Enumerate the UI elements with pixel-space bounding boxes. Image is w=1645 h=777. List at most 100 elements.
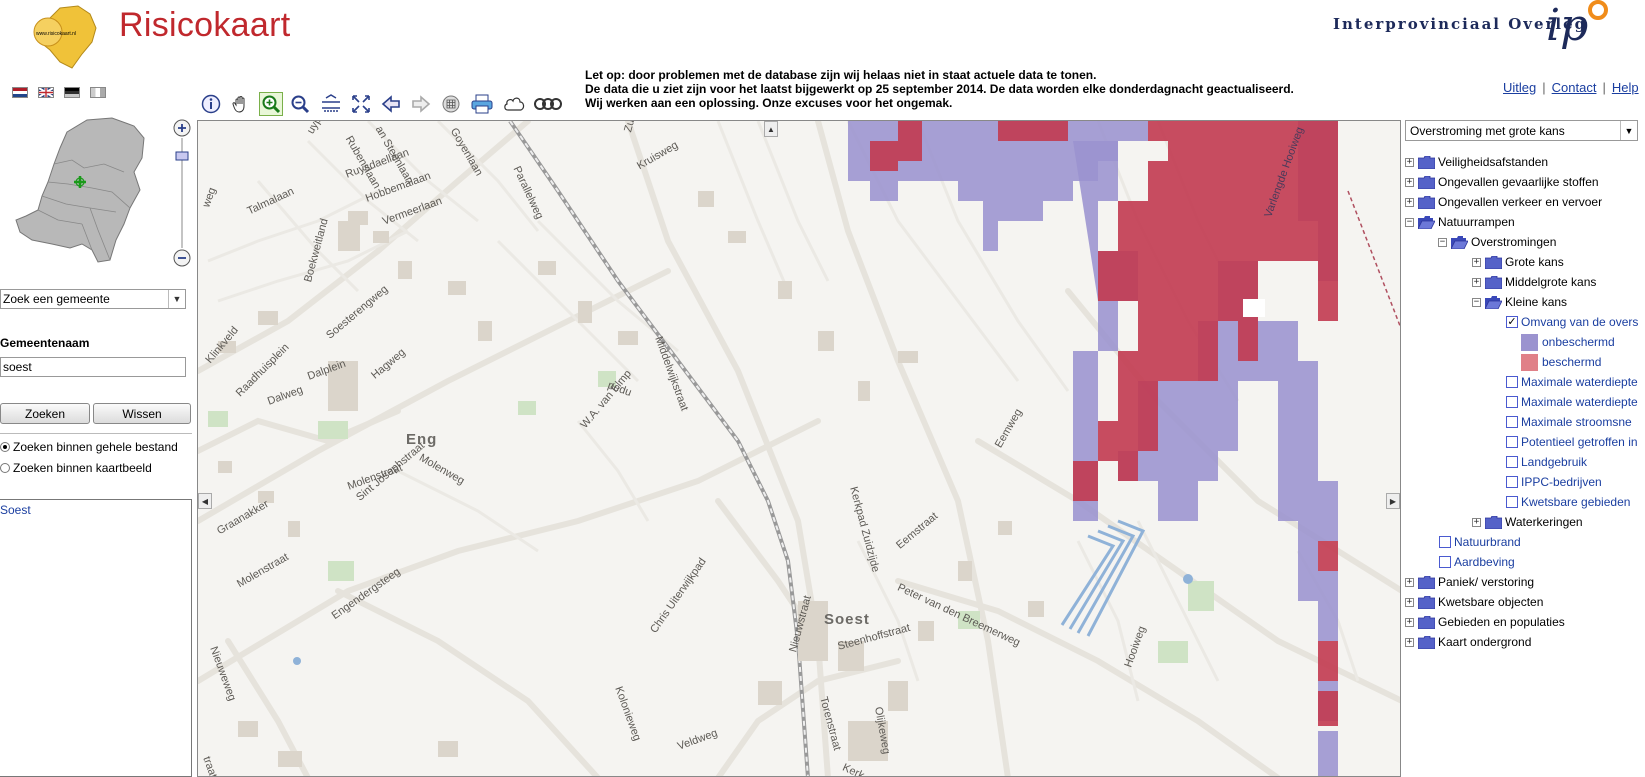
tree-item-max-waterdiepte-1[interactable]: Maximale waterdiepte — [1506, 372, 1638, 392]
checkbox[interactable] — [1506, 376, 1518, 388]
tree-item-overstromingen[interactable]: − Overstromingen — [1438, 232, 1556, 252]
expand-icon[interactable]: + — [1405, 197, 1414, 207]
measure-icon[interactable] — [319, 92, 343, 116]
search-button[interactable]: Zoeken — [0, 403, 90, 424]
tree-item-ippc[interactable]: IPPC-bedrijven — [1506, 472, 1602, 492]
contact-link[interactable]: Contact — [1552, 80, 1597, 95]
full-extent-icon[interactable] — [349, 92, 373, 116]
tree-item-label[interactable]: Maximale waterdiepte — [1521, 375, 1638, 389]
tree-item-veiligheidsafstanden[interactable]: + Veiligheidsafstanden — [1405, 152, 1548, 172]
pan-up-arrow[interactable]: ▲ — [764, 121, 778, 137]
tree-item-aardbeving[interactable]: Aardbeving — [1439, 552, 1515, 572]
pan-left-arrow[interactable]: ◀ — [198, 493, 212, 509]
collapse-icon[interactable]: − — [1472, 297, 1481, 307]
netherlands-overview-map[interactable] — [12, 112, 152, 272]
folder-icon — [1418, 635, 1435, 649]
cloud-icon[interactable] — [502, 92, 528, 116]
uitleg-link[interactable]: Uitleg — [1503, 80, 1536, 95]
map-canvas[interactable] — [198, 121, 1401, 777]
help-link[interactable]: Help — [1612, 80, 1639, 95]
checkbox-checked[interactable]: ✓ — [1506, 316, 1518, 328]
tree-item-label[interactable]: Maximale waterdiepte — [1521, 395, 1638, 409]
tree-item-landgebruik[interactable]: Landgebruik — [1506, 452, 1587, 472]
link-icon[interactable] — [533, 92, 563, 116]
tree-item-kwetsbare-gebieden[interactable]: Kwetsbare gebieden — [1506, 492, 1630, 512]
expand-icon[interactable]: + — [1405, 597, 1414, 607]
tree-item-gebieden-populaties[interactable]: + Gebieden en populaties — [1405, 612, 1565, 632]
tree-item-label[interactable]: Natuurbrand — [1454, 535, 1521, 549]
tree-item-label[interactable]: Kwetsbare gebieden — [1521, 495, 1630, 509]
tree-item-gevaarlijke-stoffen[interactable]: + Ongevallen gevaarlijke stoffen — [1405, 172, 1599, 192]
checkbox[interactable] — [1506, 416, 1518, 428]
folder-icon — [1418, 195, 1435, 209]
tree-item-label[interactable]: Maximale stroomsne — [1521, 415, 1632, 429]
ipo-logo[interactable]: ip — [1546, 0, 1616, 52]
checkbox[interactable] — [1439, 536, 1451, 548]
chevron-down-icon[interactable]: ▼ — [168, 290, 185, 308]
expand-icon[interactable]: + — [1472, 257, 1481, 267]
tree-item-waterkeringen[interactable]: + Waterkeringen — [1472, 512, 1583, 532]
expand-icon[interactable]: + — [1472, 277, 1481, 287]
expand-icon[interactable]: + — [1405, 157, 1414, 167]
expand-icon[interactable]: + — [1405, 637, 1414, 647]
tree-item-label[interactable]: Landgebruik — [1521, 455, 1587, 469]
folder-icon — [1418, 595, 1435, 609]
expand-icon[interactable]: + — [1405, 617, 1414, 627]
tree-item-natuurbrand[interactable]: Natuurbrand — [1439, 532, 1521, 552]
checkbox[interactable] — [1506, 456, 1518, 468]
french-flag-icon[interactable] — [90, 87, 106, 98]
checkbox[interactable] — [1439, 556, 1451, 568]
print-icon[interactable] — [469, 92, 495, 116]
next-view-icon[interactable] — [409, 92, 433, 116]
english-flag-icon[interactable] — [38, 87, 54, 98]
tree-item-omvang[interactable]: ✓ Omvang van de overs — [1506, 312, 1638, 332]
pan-hand-icon[interactable] — [229, 92, 253, 116]
radio-map-extent[interactable]: Zoeken binnen kaartbeeld — [0, 461, 152, 475]
german-flag-icon[interactable] — [64, 87, 80, 98]
grid-select-icon[interactable] — [439, 92, 463, 116]
search-result-soest[interactable]: Soest — [0, 503, 31, 517]
map-view[interactable]: uyplan Rubenslaan an Steenlaan Goyenlaan… — [197, 120, 1401, 777]
tree-item-kaart-ondergrond[interactable]: + Kaart ondergrond — [1405, 632, 1531, 652]
tree-item-paniek[interactable]: + Paniek/ verstoring — [1405, 572, 1534, 592]
checkbox[interactable] — [1506, 476, 1518, 488]
tree-item-label[interactable]: Potentieel getroffen in — [1521, 435, 1638, 449]
radio-whole-dataset[interactable]: Zoeken binnen gehele bestand — [0, 440, 178, 454]
info-icon[interactable] — [199, 92, 223, 116]
tree-item-max-waterdiepte-2[interactable]: Maximale waterdiepte — [1506, 392, 1638, 412]
expand-icon[interactable]: + — [1405, 577, 1414, 587]
previous-view-icon[interactable] — [379, 92, 403, 116]
tree-item-middelgrote-kans[interactable]: + Middelgrote kans — [1472, 272, 1596, 292]
tree-item-max-stroomsnelheid[interactable]: Maximale stroomsne — [1506, 412, 1632, 432]
tree-item-label[interactable]: Aardbeving — [1454, 555, 1515, 569]
gemeentenaam-input[interactable] — [0, 357, 186, 377]
radio-map-extent-button[interactable] — [0, 463, 10, 473]
pan-right-arrow[interactable]: ▶ — [1386, 493, 1400, 509]
tree-item-label[interactable]: IPPC-bedrijven — [1521, 475, 1602, 489]
tree-item-label[interactable]: Omvang van de overs — [1521, 315, 1638, 329]
zoom-slider[interactable] — [170, 118, 194, 270]
chevron-down-icon[interactable]: ▼ — [1620, 121, 1637, 140]
collapse-icon[interactable]: − — [1438, 237, 1447, 247]
zoom-in-icon[interactable] — [259, 92, 283, 116]
collapse-icon[interactable]: − — [1405, 217, 1414, 227]
tree-item-grote-kans[interactable]: + Grote kans — [1472, 252, 1564, 272]
tree-item-kwetsbare-objecten[interactable]: + Kwetsbare objecten — [1405, 592, 1543, 612]
checkbox[interactable] — [1506, 436, 1518, 448]
tree-item-potentieel-getroffen[interactable]: Potentieel getroffen in — [1506, 432, 1638, 452]
clear-button[interactable]: Wissen — [93, 403, 191, 424]
theme-select[interactable]: Overstroming met grote kans ▼ — [1405, 120, 1638, 141]
search-results-box — [0, 499, 192, 777]
tree-item-natuurrampen[interactable]: − Natuurrampen — [1405, 212, 1515, 232]
gemeente-select[interactable]: Zoek een gemeente ▼ — [0, 289, 186, 309]
tree-item-verkeer[interactable]: + Ongevallen verkeer en vervoer — [1405, 192, 1602, 212]
dutch-flag-icon[interactable] — [12, 87, 28, 98]
risicokaart-logo[interactable]: www.risicokaart.nl — [30, 2, 110, 76]
checkbox[interactable] — [1506, 496, 1518, 508]
radio-whole-dataset-button[interactable] — [0, 442, 10, 452]
expand-icon[interactable]: + — [1472, 517, 1481, 527]
checkbox[interactable] — [1506, 396, 1518, 408]
zoom-out-icon[interactable] — [288, 92, 312, 116]
expand-icon[interactable]: + — [1405, 177, 1414, 187]
tree-item-kleine-kans[interactable]: − Kleine kans — [1472, 292, 1567, 312]
